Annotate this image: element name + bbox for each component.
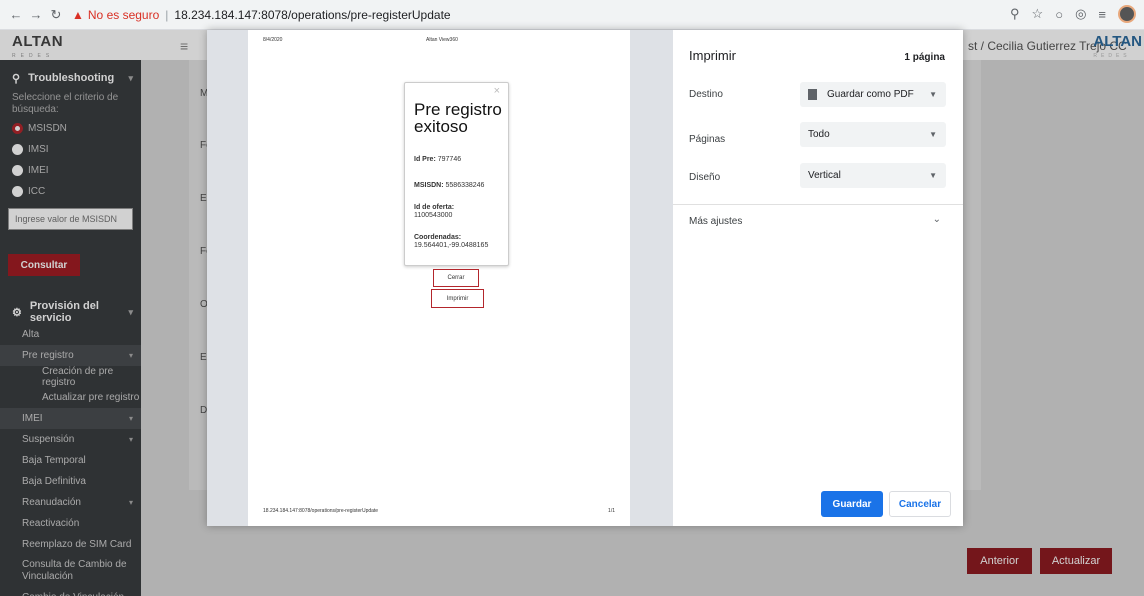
select-value: Guardar como PDF	[827, 89, 914, 100]
warning-icon: ▲	[72, 7, 84, 22]
dropdown-caret-icon: ▼	[929, 171, 937, 180]
id-pre-field: Id Pre: 797746	[414, 156, 462, 163]
dropdown-caret-icon: ▼	[929, 130, 937, 139]
chevron-down-icon[interactable]: ⌄	[933, 214, 941, 225]
extension-icon[interactable]: ◎	[1075, 6, 1086, 22]
modal-title: Pre registro exitoso	[414, 100, 502, 136]
reading-list-icon[interactable]: ≡	[1098, 7, 1106, 22]
page-count: 1 página	[904, 52, 945, 63]
print-title: Imprimir	[689, 48, 736, 63]
paginas-select[interactable]: Todo ▼	[800, 122, 946, 147]
extension-circle-icon[interactable]: ○	[1055, 7, 1063, 22]
guardar-button[interactable]: Guardar	[821, 491, 883, 517]
divider: |	[165, 7, 169, 22]
security-label: No es seguro	[87, 7, 160, 22]
page-footer-url: 18.234.184.147:8078/operations/pre-regis…	[263, 508, 379, 514]
more-settings[interactable]: Más ajustes	[689, 216, 742, 227]
print-dialog: 8/4/2020 Altan View360 × Pre registro ex…	[207, 30, 963, 526]
page-number: 1/1	[608, 508, 615, 514]
browser-toolbar: ← → ↻ ▲ No es seguro | 18.234.184.147:80…	[0, 0, 1144, 30]
back-icon[interactable]: ←	[6, 5, 26, 25]
forward-icon[interactable]: →	[26, 5, 46, 25]
coord-field: Coordenadas: 19.564401,-99.0488165	[414, 234, 489, 249]
select-value: Todo	[808, 129, 830, 140]
page-header-title: Altan View360	[426, 37, 458, 43]
select-value: Vertical	[808, 170, 841, 181]
print-preview: 8/4/2020 Altan View360 × Pre registro ex…	[207, 30, 673, 526]
bookmark-star-icon[interactable]: ☆	[1032, 6, 1044, 22]
preview-imprimir-button: Imprimir	[431, 289, 484, 308]
url-text: 18.234.184.147:8078/operations/pre-regis…	[174, 7, 451, 22]
profile-avatar[interactable]	[1118, 5, 1136, 23]
divider	[673, 204, 963, 205]
msisdn-field: MSISDN: 5586338246	[414, 182, 485, 189]
destino-label: Destino	[689, 89, 723, 100]
oferta-field: Id de oferta: 1100543000	[414, 204, 455, 219]
preview-cerrar-button: Cerrar	[433, 269, 479, 287]
diseno-select[interactable]: Vertical ▼	[800, 163, 946, 188]
print-settings: Imprimir 1 página Destino Guardar como P…	[673, 30, 963, 526]
address-bar[interactable]: ▲ No es seguro | 18.234.184.147:8078/ope…	[72, 4, 451, 26]
close-icon: ×	[493, 85, 500, 97]
destino-select[interactable]: Guardar como PDF ▼	[800, 82, 946, 107]
preview-success-modal: × Pre registro exitoso Id Pre: 797746 MS…	[404, 82, 509, 266]
cancelar-button[interactable]: Cancelar	[889, 491, 951, 517]
document-icon	[808, 89, 817, 100]
preview-page: 8/4/2020 Altan View360 × Pre registro ex…	[248, 30, 630, 526]
zoom-icon[interactable]: ⚲	[1010, 6, 1020, 22]
reload-icon[interactable]: ↻	[46, 5, 66, 25]
page-date: 8/4/2020	[263, 37, 283, 43]
browser-actions: ⚲ ☆ ○ ◎ ≡	[1010, 5, 1136, 23]
diseno-label: Diseño	[689, 172, 721, 183]
paginas-label: Páginas	[689, 134, 726, 145]
dropdown-caret-icon: ▼	[929, 90, 937, 99]
